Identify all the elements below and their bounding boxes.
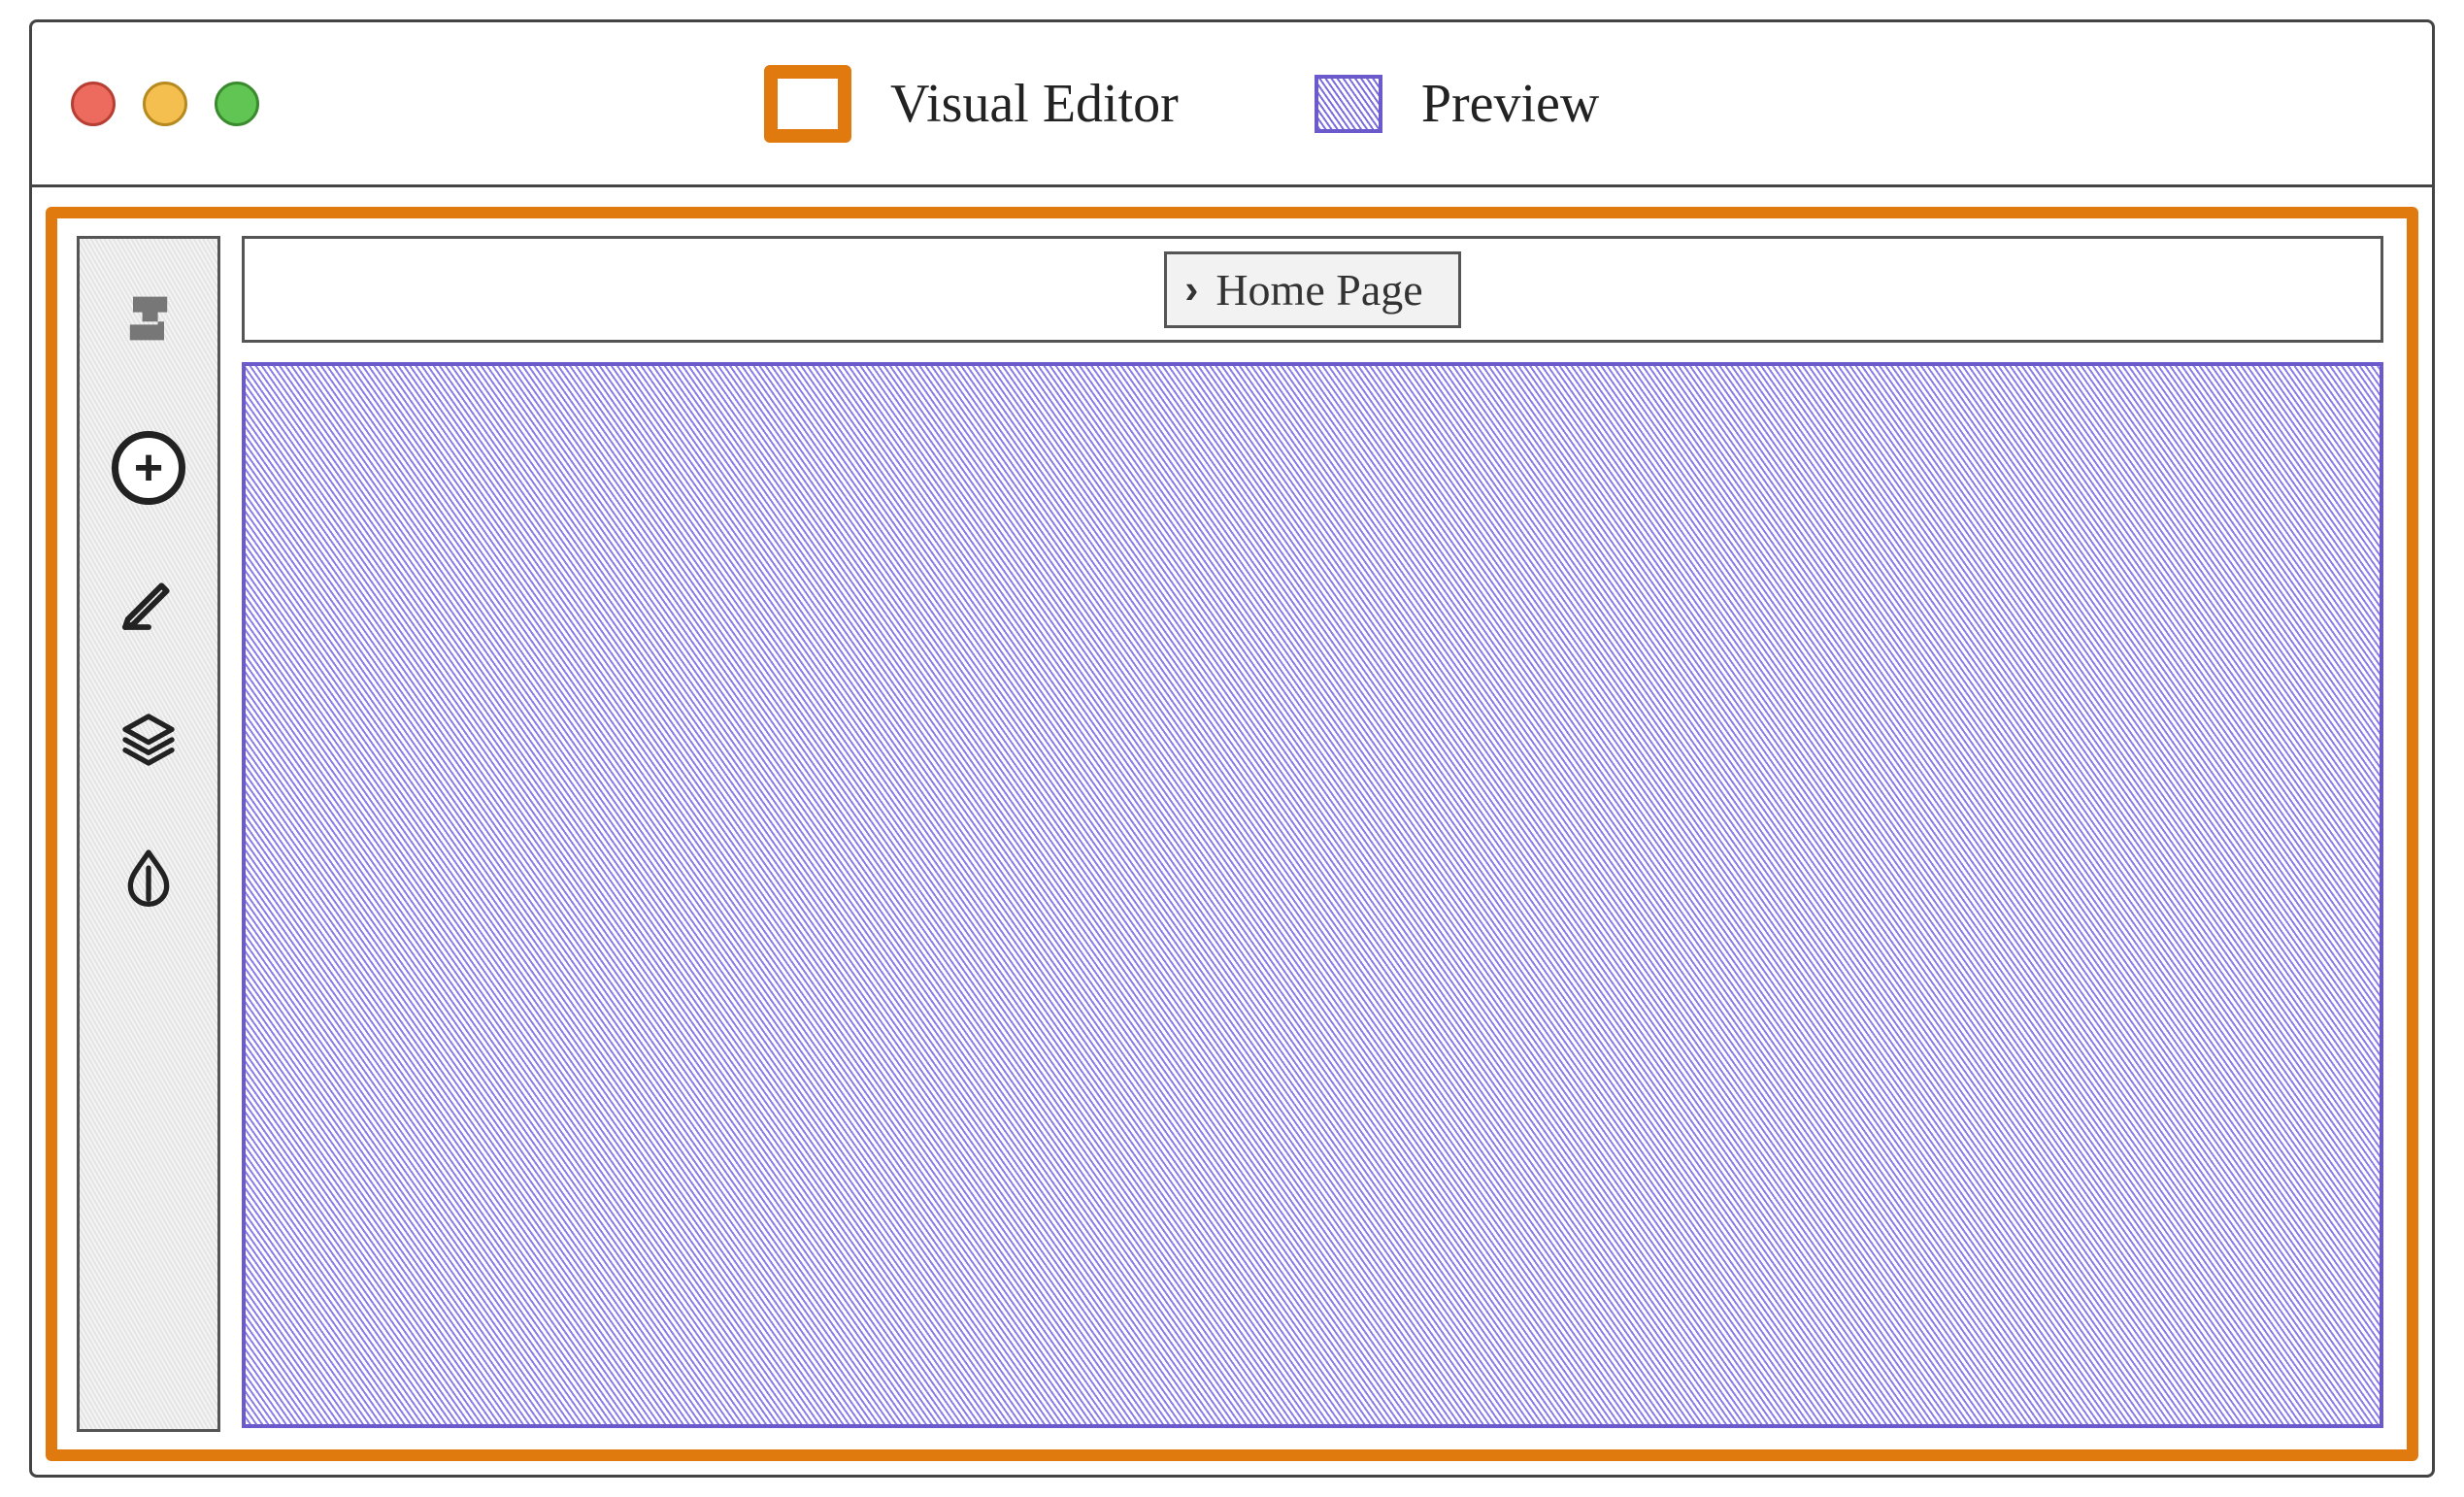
pencil-icon bbox=[117, 573, 180, 635]
app-window: Visual Editor Preview + bbox=[29, 19, 2435, 1478]
app-logo bbox=[96, 266, 201, 371]
breadcrumb-current-page: Home Page bbox=[1215, 264, 1422, 316]
droplet-icon bbox=[117, 845, 180, 907]
legend-label-preview: Preview bbox=[1421, 73, 1600, 135]
breadcrumb-bar: › Home Page bbox=[242, 236, 2383, 343]
window-zoom-button[interactable] bbox=[215, 82, 259, 126]
legend: Visual Editor Preview bbox=[764, 65, 1599, 143]
window-close-button[interactable] bbox=[71, 82, 116, 126]
window-titlebar: Visual Editor Preview bbox=[32, 22, 2432, 187]
sidebar-tool-theme[interactable] bbox=[110, 837, 187, 915]
preview-canvas[interactable] bbox=[242, 362, 2383, 1428]
chevron-right-icon: › bbox=[1184, 266, 1198, 313]
breadcrumb[interactable]: › Home Page bbox=[1164, 251, 1460, 328]
logo-s-icon bbox=[117, 287, 180, 349]
layers-icon bbox=[117, 709, 180, 771]
sidebar-tool-layers[interactable] bbox=[110, 701, 187, 779]
window-controls bbox=[71, 82, 259, 126]
sidebar-tool-edit[interactable] bbox=[110, 565, 187, 643]
editor-sidebar: + bbox=[77, 236, 220, 1432]
sidebar-tool-add[interactable]: + bbox=[110, 429, 187, 507]
plus-circle-icon: + bbox=[112, 431, 185, 505]
window-minimize-button[interactable] bbox=[143, 82, 187, 126]
legend-swatch-editor bbox=[764, 65, 851, 143]
legend-swatch-preview bbox=[1315, 75, 1382, 133]
legend-label-editor: Visual Editor bbox=[890, 73, 1179, 135]
visual-editor-region: + bbox=[46, 207, 2418, 1461]
